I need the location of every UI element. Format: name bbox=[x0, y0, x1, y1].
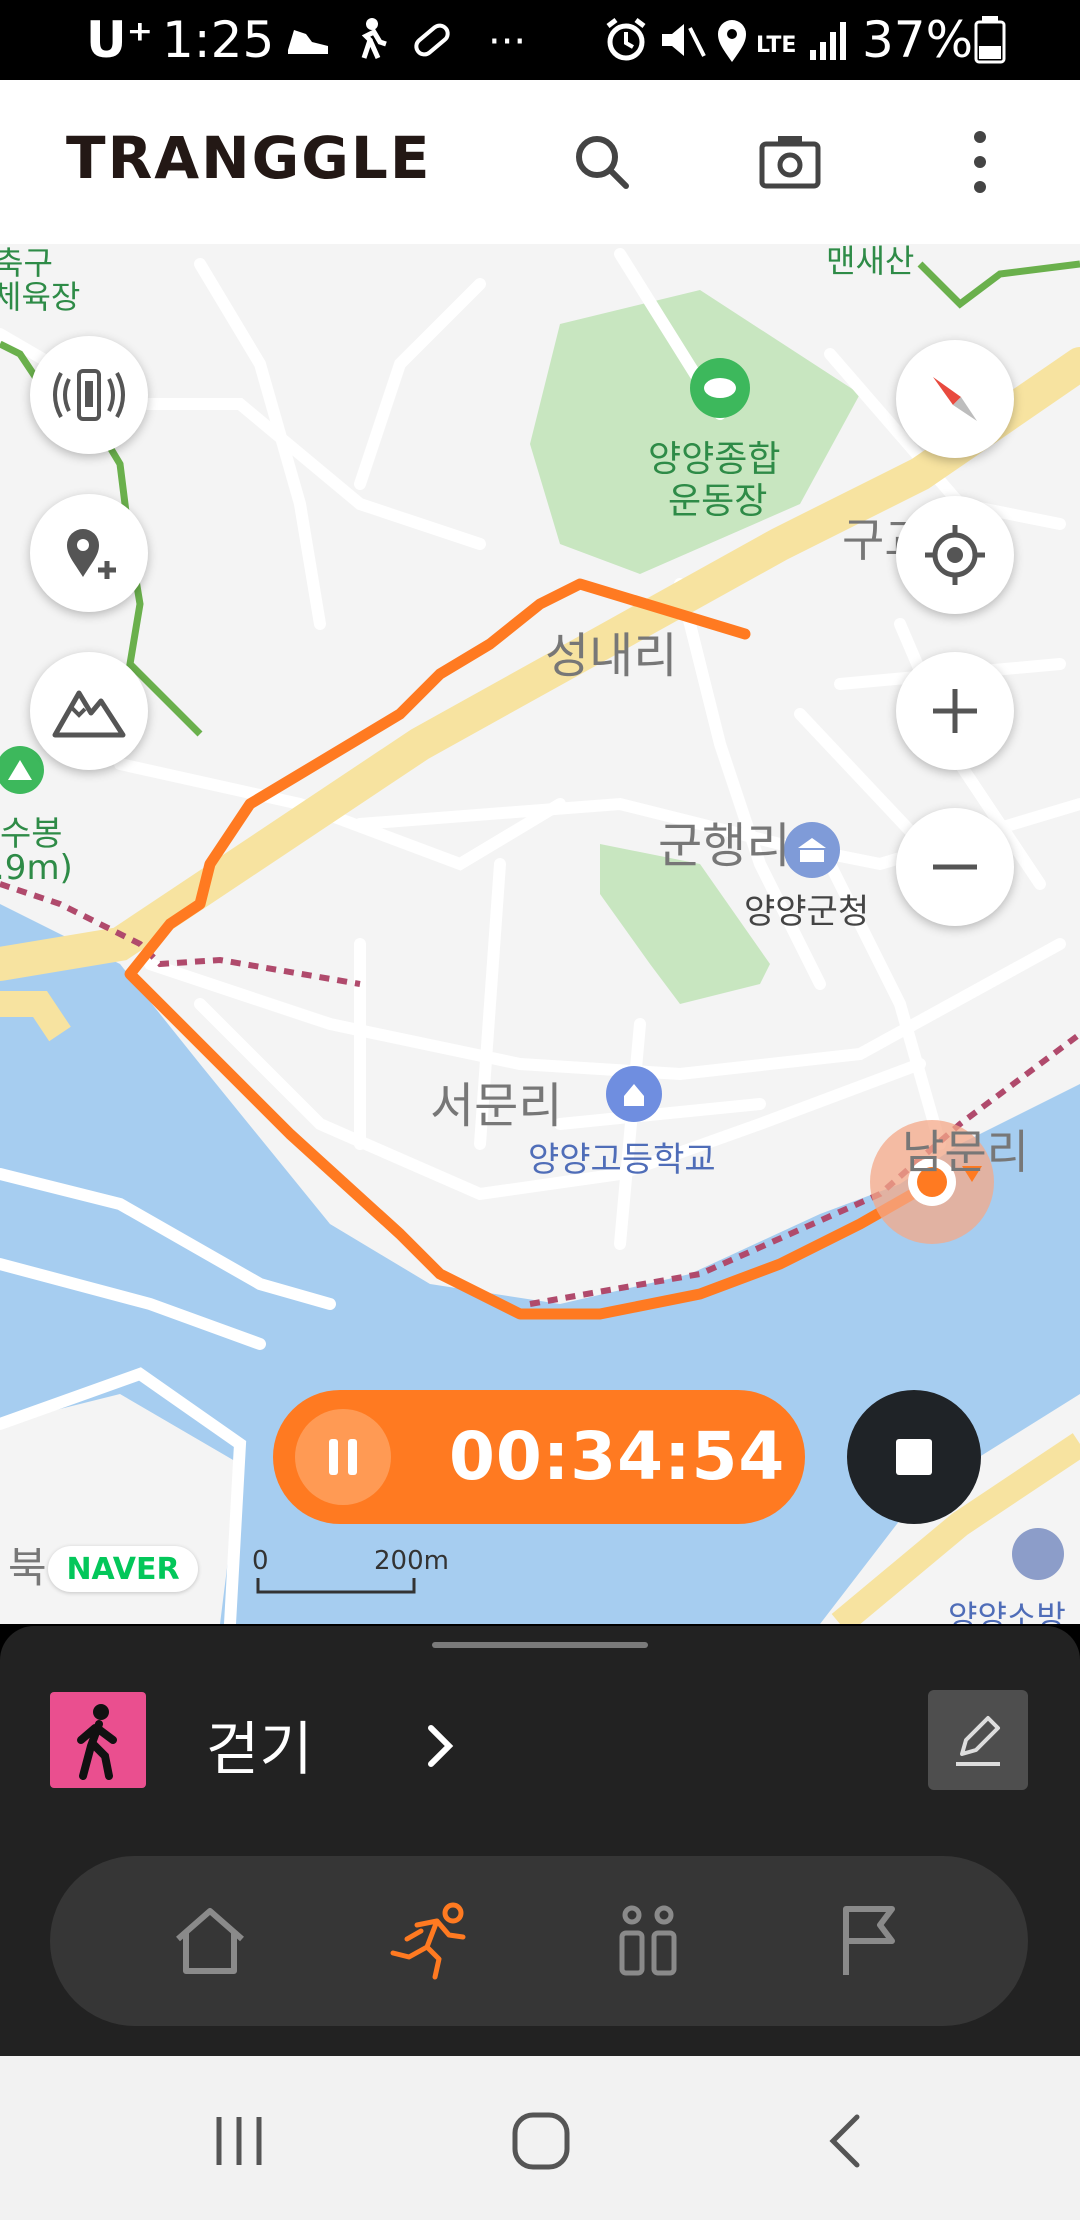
activity-select-button[interactable] bbox=[412, 1710, 468, 1782]
my-location-button[interactable] bbox=[896, 496, 1014, 614]
pill-icon bbox=[414, 23, 450, 57]
stop-icon bbox=[896, 1439, 932, 1475]
naver-logo-text: NAVER bbox=[66, 1551, 180, 1587]
pause-icon bbox=[329, 1439, 357, 1475]
map-label-seomun: 서문리 bbox=[430, 1078, 563, 1134]
status-bar: U⁺ 1:25 ··· LTE 37% bbox=[0, 0, 1080, 80]
pause-button[interactable] bbox=[295, 1409, 391, 1505]
zoom-in-icon bbox=[933, 689, 977, 733]
back-nav-button[interactable] bbox=[800, 2096, 890, 2186]
status-time: 1:25 bbox=[162, 11, 275, 69]
back-icon bbox=[829, 2114, 860, 2168]
walking-activity-icon[interactable] bbox=[50, 1692, 146, 1788]
map-label-maemsan: 맨새산 bbox=[826, 244, 915, 280]
tab-flag[interactable] bbox=[818, 1891, 918, 1991]
tab-people[interactable] bbox=[598, 1891, 698, 1991]
home-icon bbox=[176, 1908, 244, 1974]
system-nav-bar bbox=[0, 2056, 1080, 2220]
scale-zero: 0 bbox=[252, 1546, 269, 1576]
battery-percent: 37% bbox=[862, 11, 974, 69]
camera-icon bbox=[759, 136, 821, 189]
shoe-icon bbox=[288, 30, 328, 54]
more-notifications: ··· bbox=[488, 19, 527, 65]
map-label-north: 북 bbox=[8, 1543, 47, 1592]
map-label-gunhaeng: 군행리 bbox=[658, 818, 791, 874]
add-location-button[interactable] bbox=[30, 494, 148, 612]
naver-badge: NAVER bbox=[48, 1546, 198, 1592]
recent-apps-button[interactable] bbox=[194, 2096, 284, 2186]
map-label-gym-2: 체육장 bbox=[0, 278, 81, 316]
map-label-peak-height: .9m) bbox=[0, 848, 73, 888]
map-label-seongnae: 성내리 bbox=[545, 628, 678, 684]
my-location-icon bbox=[925, 525, 985, 585]
stop-button[interactable] bbox=[847, 1390, 981, 1524]
zoom-out-button[interactable] bbox=[896, 808, 1014, 926]
walking-icon bbox=[77, 1704, 117, 1780]
zoom-in-button[interactable] bbox=[896, 652, 1014, 770]
mountain-icon bbox=[52, 690, 126, 738]
app-header: TRANGGLE bbox=[0, 80, 1080, 244]
chevron-right-icon bbox=[428, 1725, 454, 1767]
tab-activity[interactable] bbox=[380, 1891, 480, 1991]
pencil-icon bbox=[956, 1716, 1000, 1766]
scale-distance: 200m bbox=[374, 1546, 449, 1576]
flag-icon bbox=[843, 1906, 895, 1975]
mute-icon bbox=[662, 24, 706, 57]
search-button[interactable] bbox=[560, 120, 644, 204]
map-label-fire-station: 양양소방 bbox=[948, 1598, 1066, 1624]
app-logo: TRANGGLE bbox=[66, 124, 432, 192]
sheet-drag-handle[interactable] bbox=[432, 1642, 648, 1648]
signal-icon bbox=[53, 369, 125, 421]
add-location-icon bbox=[67, 529, 116, 579]
people-icon bbox=[619, 1905, 677, 1976]
bottom-sheet: 걷기 bbox=[0, 1626, 1080, 2056]
recent-apps-icon bbox=[216, 2117, 262, 2165]
bottom-tab-bar bbox=[50, 1856, 1028, 2026]
alarm-icon bbox=[606, 18, 646, 61]
map-label-nammun: 남문리 bbox=[902, 1125, 1029, 1179]
camera-button[interactable] bbox=[748, 120, 832, 204]
battery-icon bbox=[974, 16, 1006, 64]
compass-icon bbox=[933, 377, 977, 421]
mountain-button[interactable] bbox=[30, 652, 148, 770]
walker-icon bbox=[361, 18, 387, 60]
more-vert-icon bbox=[974, 131, 986, 193]
timer-pill: 00:34:54 bbox=[273, 1390, 805, 1524]
location-icon bbox=[718, 20, 746, 62]
tab-home[interactable] bbox=[160, 1891, 260, 1991]
running-icon bbox=[390, 1902, 466, 1980]
map-label-highschool: 양양고등학교 bbox=[528, 1140, 716, 1180]
home-circle-icon bbox=[512, 2112, 570, 2170]
network-type: LTE bbox=[756, 33, 797, 58]
scale-bar bbox=[256, 1578, 416, 1594]
map-label-stadium-2: 운동장 bbox=[668, 481, 768, 522]
elapsed-time: 00:34:54 bbox=[449, 1418, 786, 1495]
zoom-out-icon bbox=[933, 864, 977, 870]
activity-type-label[interactable]: 걷기 bbox=[206, 1702, 313, 1786]
signal-button[interactable] bbox=[30, 336, 148, 454]
edit-button[interactable] bbox=[928, 1690, 1028, 1790]
carrier-label: U⁺ bbox=[86, 11, 153, 69]
signal-bars-icon bbox=[810, 22, 846, 60]
map-label-county-office: 양양군청 bbox=[744, 892, 870, 932]
more-menu-button[interactable] bbox=[938, 120, 1022, 204]
search-icon bbox=[576, 136, 629, 189]
compass-button[interactable] bbox=[896, 340, 1014, 458]
home-nav-button[interactable] bbox=[496, 2096, 586, 2186]
